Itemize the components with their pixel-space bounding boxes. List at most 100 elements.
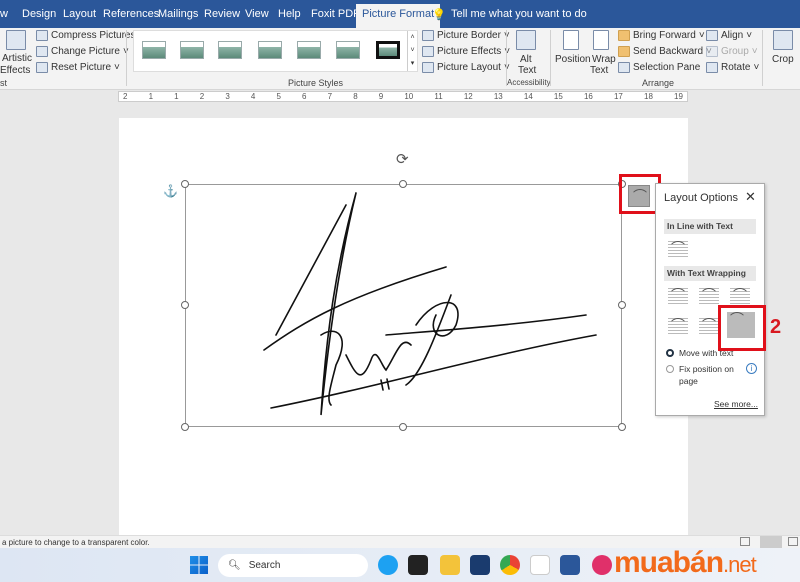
alt-text-button[interactable]: Alt (520, 54, 532, 65)
wrap-top-bottom-option[interactable] (668, 315, 688, 335)
selection-pane-icon (618, 62, 630, 73)
wrap-through-option[interactable] (730, 285, 750, 305)
capcut-icon[interactable] (530, 555, 550, 575)
ruler-tick-label: 19 (674, 92, 683, 101)
group-button[interactable]: Group ˅ (706, 46, 758, 57)
resize-handle[interactable] (181, 423, 189, 431)
tab-view2[interactable]: View (245, 8, 269, 20)
app-icon[interactable] (592, 555, 612, 575)
rotate-button[interactable]: Rotate ˅ (706, 62, 759, 73)
picture-border-button[interactable]: Picture Border ˅ (422, 30, 510, 41)
position-icon (563, 30, 579, 50)
crop-button[interactable]: Crop (772, 54, 794, 65)
inline-with-text-option[interactable] (668, 238, 688, 258)
info-icon[interactable]: i (746, 363, 757, 374)
resize-handle[interactable] (399, 423, 407, 431)
ribbon: Artistic Effects Compress Pictures Chang… (0, 28, 800, 90)
resize-handle[interactable] (181, 301, 189, 309)
fix-position-radio[interactable] (666, 365, 674, 373)
ruler-tick-label: 1 (148, 92, 154, 101)
resize-handle[interactable] (618, 423, 626, 431)
gallery-scroll[interactable]: ˄ ˅ ▾ (407, 31, 417, 71)
change-picture-button[interactable]: Change Picture ˅ (36, 46, 129, 57)
tab-help[interactable]: Help (278, 8, 301, 20)
picture-effects-button[interactable]: Picture Effects ˅ (422, 46, 510, 57)
web-layout-icon[interactable] (788, 537, 798, 546)
ruler-tick-label: 11 (434, 92, 443, 101)
annotation-box-2 (718, 305, 766, 351)
tell-me-search[interactable]: Tell me what you want to do (451, 8, 587, 20)
border-icon (422, 30, 434, 41)
ruler-tick-label: 5 (276, 92, 281, 101)
style-thumb[interactable] (336, 41, 360, 59)
file-explorer-icon[interactable] (440, 555, 460, 575)
move-with-text-radio[interactable] (666, 349, 674, 357)
style-thumb[interactable] (258, 41, 282, 59)
position-button[interactable]: Position (555, 54, 591, 65)
ruler-tick-label: 12 (463, 92, 473, 101)
artistic-effects-button[interactable]: Artistic (2, 53, 32, 64)
resize-handle[interactable] (618, 301, 626, 309)
ribbon-tabs: w Design Layout References Mailings Revi… (0, 0, 800, 28)
style-thumb[interactable] (218, 41, 242, 59)
wrap-text-button[interactable]: Wrap (592, 54, 616, 65)
send-backward-icon (618, 46, 630, 57)
ruler-tick-label: 7 (327, 92, 333, 101)
app-icon[interactable] (470, 555, 490, 575)
style-thumb[interactable] (297, 41, 321, 59)
style-thumb[interactable] (142, 41, 166, 59)
print-layout-icon[interactable] (760, 536, 782, 548)
reset-picture-button[interactable]: Reset Picture ˅ (36, 62, 120, 73)
close-icon[interactable]: ✕ (745, 189, 756, 205)
style-thumb[interactable] (180, 41, 204, 59)
signature-image (263, 192, 597, 416)
fix-position-label2: page (679, 376, 698, 386)
style-thumb[interactable] (376, 41, 400, 59)
tab-references[interactable]: References (103, 8, 159, 20)
artistic-effects-label2[interactable]: Effects (0, 65, 30, 76)
wrap-tight-option[interactable] (699, 285, 719, 305)
bring-forward-button[interactable]: Bring Forward ˅ (618, 30, 705, 41)
status-text: a picture to change to a transparent col… (2, 538, 150, 547)
see-more-link[interactable]: See more... (714, 399, 758, 409)
wrap-behind-text-option[interactable] (699, 315, 719, 335)
tab-mailings[interactable]: Mailings (158, 8, 198, 20)
wrap-square-option[interactable] (668, 285, 688, 305)
artistic-effects-icon (6, 30, 26, 50)
tab-picture-format[interactable]: Picture Format (356, 4, 441, 28)
alt-text-icon (516, 30, 536, 50)
compress-icon (36, 30, 48, 41)
resize-handle[interactable] (399, 180, 407, 188)
ruler-tick-label: 9 (378, 92, 384, 101)
resize-handle[interactable] (181, 180, 189, 188)
alt-text-label2: Text (518, 65, 537, 76)
tab-review[interactable]: Review (204, 8, 240, 20)
wrapping-section-header: With Text Wrapping (664, 266, 756, 281)
layout-options-panel: Layout Options ✕ In Line with Text With … (655, 183, 765, 416)
tab-design[interactable]: Design (22, 8, 56, 20)
read-mode-icon[interactable] (740, 537, 750, 546)
chrome-icon[interactable] (500, 555, 520, 575)
rotate-handle-icon[interactable]: ⟳ (396, 150, 409, 168)
selection-pane-button[interactable]: Selection Pane (618, 62, 700, 73)
horizontal-ruler[interactable]: 2 1 1 2 3 4 5 6 7 8 9 10 11 12 13 14 15 16 17 18 19 (118, 91, 688, 102)
ruler-tick-label: 13 (493, 92, 503, 101)
tab-view[interactable]: w (0, 8, 8, 20)
skype-icon[interactable] (378, 555, 398, 575)
picture-layout-button[interactable]: Picture Layout ˅ (422, 62, 510, 73)
compress-pictures-button[interactable]: Compress Pictures (36, 30, 135, 41)
tab-layout[interactable]: Layout (63, 8, 96, 20)
align-button[interactable]: Align ˅ (706, 30, 752, 41)
windows-start-icon[interactable] (190, 556, 208, 574)
send-backward-button[interactable]: Send Backward ˅ (618, 46, 712, 57)
annotation-number-2: 2 (770, 316, 782, 338)
tab-foxit-pdf[interactable]: Foxit PDF (311, 8, 360, 20)
taskbar-search[interactable]: 🔍︎ Search (218, 554, 368, 577)
signature-picture[interactable] (185, 184, 622, 427)
sticky-notes-icon[interactable] (408, 555, 428, 575)
picture-styles-gallery[interactable]: ˄ ˅ ▾ (133, 30, 418, 72)
change-picture-icon (36, 46, 48, 57)
word-icon[interactable] (560, 555, 580, 575)
ruler-tick-label: 2 (123, 92, 128, 101)
ruler-tick-label: 1 (174, 92, 179, 101)
